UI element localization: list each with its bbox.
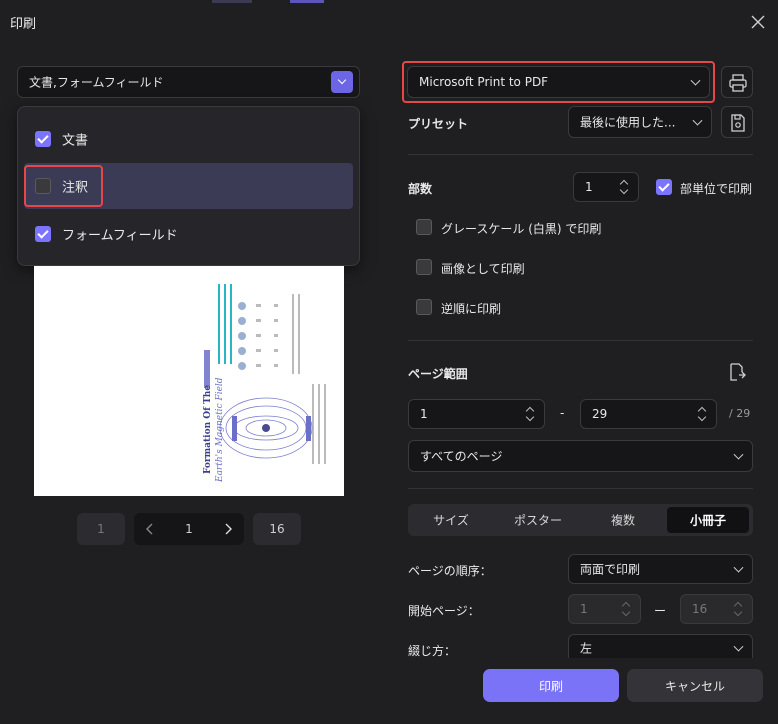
page-range-label: ページ範囲 [408,367,468,381]
preset-select[interactable]: 最後に使用した... [568,106,712,138]
range-from-value: 1 [420,407,428,421]
tab-label: サイズ [433,513,469,528]
title-strip [290,0,324,3]
divider [408,154,753,155]
checkbox-document[interactable] [35,131,51,147]
print-button[interactable]: 印刷 [483,669,619,702]
dialog-title: 印刷 [10,17,37,32]
preview-title-line2: Earth's Magnetic Field [215,377,225,483]
annotation-highlight-box [24,165,103,207]
close-icon[interactable] [748,12,768,32]
chevron-left-icon[interactable] [146,523,154,535]
tab-label: ポスター [513,513,563,528]
print-as-image-checkbox[interactable] [416,259,432,275]
divider [408,488,753,489]
checkbox-form-field[interactable] [35,226,51,242]
title-bar: 印刷 [0,0,778,44]
prev-page-box: 1 [77,513,125,545]
divider [408,340,753,341]
start-page-dash: ー [654,604,667,618]
save-preset-button[interactable] [721,106,753,138]
page-subset-value: すべてのページ [420,449,503,464]
print-as-image-label: 画像として印刷 [441,262,525,276]
stepper-arrows-icon[interactable] [620,179,628,195]
binding-value: 左 [580,641,593,656]
swap-pages-icon[interactable] [727,362,747,382]
preset-value: 最後に使用した... [580,115,676,130]
printer-icon [729,74,747,92]
page-order-value: 両面で印刷 [580,562,641,577]
print-button-label: 印刷 [538,679,564,693]
binding-label: 綴じ方： [408,644,457,658]
start-page-label: 開始ページ： [408,604,480,618]
current-page[interactable]: 1 [185,522,193,536]
stepper-arrows-icon[interactable] [526,406,534,422]
printer-settings-button[interactable] [721,66,753,98]
page-order-label: ページの順序： [408,564,492,578]
range-separator: - [560,406,565,420]
last-page-number: 16 [269,522,285,536]
collate-label: 部単位で印刷 [680,182,753,196]
title-strip [212,0,252,3]
copies-stepper[interactable]: 1 [573,172,639,202]
prev-page-number: 1 [97,522,105,536]
tab-size[interactable]: サイズ [411,507,491,533]
content-filter-value: 文書,フォームフィールド [29,75,164,90]
dropdown-item-label: フォームフィールド [62,228,178,244]
tab-label: 小冊子 [689,513,727,528]
tab-label: 複数 [610,513,636,528]
dropdown-item-document[interactable]: 文書 [24,116,353,162]
page-order-select[interactable]: 両面で印刷 [568,554,753,584]
dropdown-item-form-field[interactable]: フォームフィールド [24,211,353,257]
save-icon [731,114,745,132]
page-preview: Formation Of The Earth's Magnetic Field [34,266,344,496]
preset-label: プリセット [408,117,469,131]
cancel-button[interactable]: キャンセル [627,669,763,702]
copies-value: 1 [585,180,593,194]
chevron-down-icon [692,115,703,126]
page-navigator: 1 [134,513,244,545]
stepper-arrows-icon [622,601,630,617]
copies-label: 部数 [408,182,433,196]
range-to-value: 29 [592,407,608,421]
chevron-down-icon[interactable] [331,71,353,93]
grayscale-checkbox[interactable] [416,219,432,235]
printer-highlight-box [402,61,715,103]
start-page-to-value: 16 [692,602,708,616]
dropdown-item-label: 文書 [62,133,89,149]
preview-page-image: Formation Of The Earth's Magnetic Field [203,284,326,483]
tab-poster[interactable]: ポスター [495,507,581,533]
tab-booklet[interactable]: 小冊子 [667,507,749,533]
cancel-button-label: キャンセル [664,679,726,693]
range-to-stepper[interactable]: 29 [580,399,717,429]
last-page-box: 16 [253,513,301,545]
reverse-order-checkbox[interactable] [416,299,432,315]
start-page-from-stepper[interactable]: 1 [568,594,641,624]
start-page-to-stepper[interactable]: 16 [680,594,753,624]
stepper-arrows-icon [734,601,742,617]
chevron-down-icon [733,449,744,460]
tab-multiple[interactable]: 複数 [581,507,665,533]
page-subset-select[interactable]: すべてのページ [408,440,753,472]
preview-title-line1: Formation Of The [203,385,213,474]
range-total: / 29 [729,407,751,420]
start-page-from-value: 1 [580,602,588,616]
chevron-down-icon [733,641,744,652]
grayscale-label: グレースケール (白黒) で印刷 [441,222,602,236]
chevron-right-icon[interactable] [224,523,232,535]
stepper-arrows-icon[interactable] [698,406,706,422]
range-from-stepper[interactable]: 1 [408,399,545,429]
chevron-down-icon [733,562,744,573]
layout-tabs: サイズ ポスター 複数 小冊子 [408,504,753,536]
content-filter-select[interactable]: 文書,フォームフィールド [17,66,360,98]
collate-checkbox[interactable] [656,179,672,195]
reverse-order-label: 逆順に印刷 [441,302,502,316]
